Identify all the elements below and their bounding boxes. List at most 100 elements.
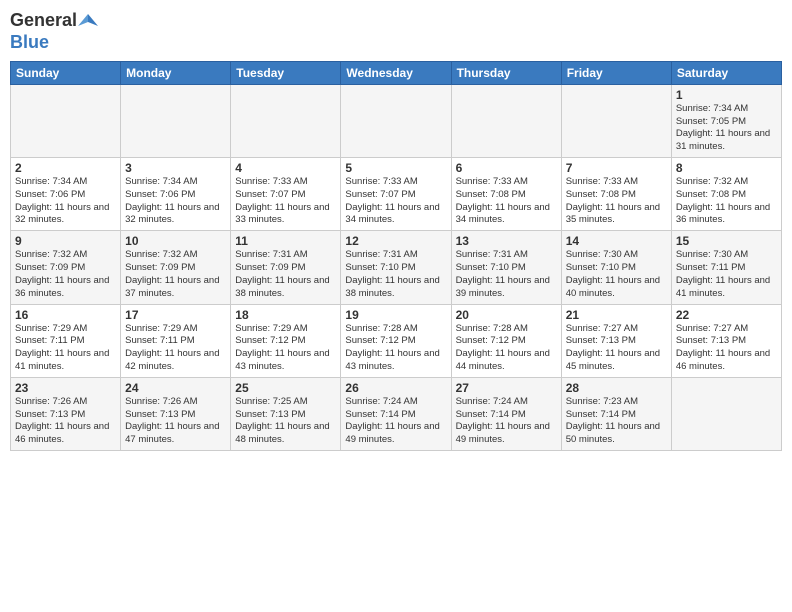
day-cell: 17Sunrise: 7:29 AM Sunset: 7:11 PM Dayli… [121,304,231,377]
day-info: Sunrise: 7:30 AM Sunset: 7:10 PM Dayligh… [566,249,667,300]
day-info: Sunrise: 7:23 AM Sunset: 7:14 PM Dayligh… [566,396,667,447]
header: General Blue [10,10,782,53]
day-number: 5 [345,161,446,175]
day-info: Sunrise: 7:26 AM Sunset: 7:13 PM Dayligh… [125,396,226,447]
day-info: Sunrise: 7:31 AM Sunset: 7:09 PM Dayligh… [235,249,336,300]
day-cell [11,84,121,157]
week-row-3: 16Sunrise: 7:29 AM Sunset: 7:11 PM Dayli… [11,304,782,377]
logo-blue: Blue [10,32,49,52]
day-info: Sunrise: 7:32 AM Sunset: 7:09 PM Dayligh… [125,249,226,300]
day-number: 7 [566,161,667,175]
day-info: Sunrise: 7:32 AM Sunset: 7:08 PM Dayligh… [676,176,777,227]
day-cell: 24Sunrise: 7:26 AM Sunset: 7:13 PM Dayli… [121,377,231,450]
weekday-header-row: SundayMondayTuesdayWednesdayThursdayFrid… [11,61,782,84]
day-number: 15 [676,234,777,248]
day-info: Sunrise: 7:34 AM Sunset: 7:06 PM Dayligh… [15,176,116,227]
day-number: 20 [456,308,557,322]
weekday-header-saturday: Saturday [671,61,781,84]
day-number: 19 [345,308,446,322]
day-cell: 22Sunrise: 7:27 AM Sunset: 7:13 PM Dayli… [671,304,781,377]
day-cell: 21Sunrise: 7:27 AM Sunset: 7:13 PM Dayli… [561,304,671,377]
day-cell: 11Sunrise: 7:31 AM Sunset: 7:09 PM Dayli… [231,231,341,304]
day-info: Sunrise: 7:29 AM Sunset: 7:12 PM Dayligh… [235,323,336,374]
logo-bird-icon [78,12,98,32]
day-cell [121,84,231,157]
day-info: Sunrise: 7:27 AM Sunset: 7:13 PM Dayligh… [676,323,777,374]
day-cell: 20Sunrise: 7:28 AM Sunset: 7:12 PM Dayli… [451,304,561,377]
day-cell: 9Sunrise: 7:32 AM Sunset: 7:09 PM Daylig… [11,231,121,304]
week-row-0: 1Sunrise: 7:34 AM Sunset: 7:05 PM Daylig… [11,84,782,157]
day-number: 25 [235,381,336,395]
day-info: Sunrise: 7:26 AM Sunset: 7:13 PM Dayligh… [15,396,116,447]
day-info: Sunrise: 7:29 AM Sunset: 7:11 PM Dayligh… [15,323,116,374]
day-cell: 2Sunrise: 7:34 AM Sunset: 7:06 PM Daylig… [11,158,121,231]
weekday-header-monday: Monday [121,61,231,84]
day-number: 24 [125,381,226,395]
day-info: Sunrise: 7:24 AM Sunset: 7:14 PM Dayligh… [456,396,557,447]
day-cell: 5Sunrise: 7:33 AM Sunset: 7:07 PM Daylig… [341,158,451,231]
day-cell: 8Sunrise: 7:32 AM Sunset: 7:08 PM Daylig… [671,158,781,231]
day-cell: 3Sunrise: 7:34 AM Sunset: 7:06 PM Daylig… [121,158,231,231]
day-cell [451,84,561,157]
week-row-4: 23Sunrise: 7:26 AM Sunset: 7:13 PM Dayli… [11,377,782,450]
day-cell: 7Sunrise: 7:33 AM Sunset: 7:08 PM Daylig… [561,158,671,231]
day-number: 1 [676,88,777,102]
day-info: Sunrise: 7:33 AM Sunset: 7:08 PM Dayligh… [566,176,667,227]
weekday-header-wednesday: Wednesday [341,61,451,84]
day-number: 2 [15,161,116,175]
day-cell: 19Sunrise: 7:28 AM Sunset: 7:12 PM Dayli… [341,304,451,377]
weekday-header-friday: Friday [561,61,671,84]
day-info: Sunrise: 7:28 AM Sunset: 7:12 PM Dayligh… [456,323,557,374]
day-cell: 25Sunrise: 7:25 AM Sunset: 7:13 PM Dayli… [231,377,341,450]
day-number: 14 [566,234,667,248]
day-info: Sunrise: 7:32 AM Sunset: 7:09 PM Dayligh… [15,249,116,300]
week-row-2: 9Sunrise: 7:32 AM Sunset: 7:09 PM Daylig… [11,231,782,304]
day-number: 18 [235,308,336,322]
day-number: 13 [456,234,557,248]
day-number: 4 [235,161,336,175]
day-cell: 16Sunrise: 7:29 AM Sunset: 7:11 PM Dayli… [11,304,121,377]
day-cell [671,377,781,450]
day-cell: 18Sunrise: 7:29 AM Sunset: 7:12 PM Dayli… [231,304,341,377]
day-number: 26 [345,381,446,395]
day-cell [561,84,671,157]
day-info: Sunrise: 7:31 AM Sunset: 7:10 PM Dayligh… [345,249,446,300]
day-info: Sunrise: 7:33 AM Sunset: 7:08 PM Dayligh… [456,176,557,227]
day-cell: 23Sunrise: 7:26 AM Sunset: 7:13 PM Dayli… [11,377,121,450]
day-info: Sunrise: 7:29 AM Sunset: 7:11 PM Dayligh… [125,323,226,374]
day-cell: 4Sunrise: 7:33 AM Sunset: 7:07 PM Daylig… [231,158,341,231]
logo: General Blue [10,10,99,53]
day-number: 6 [456,161,557,175]
day-number: 11 [235,234,336,248]
day-number: 8 [676,161,777,175]
day-number: 28 [566,381,667,395]
day-number: 16 [15,308,116,322]
day-cell [231,84,341,157]
day-number: 23 [15,381,116,395]
day-info: Sunrise: 7:27 AM Sunset: 7:13 PM Dayligh… [566,323,667,374]
day-cell [341,84,451,157]
day-info: Sunrise: 7:24 AM Sunset: 7:14 PM Dayligh… [345,396,446,447]
day-info: Sunrise: 7:34 AM Sunset: 7:05 PM Dayligh… [676,103,777,154]
day-cell: 14Sunrise: 7:30 AM Sunset: 7:10 PM Dayli… [561,231,671,304]
day-number: 21 [566,308,667,322]
day-info: Sunrise: 7:28 AM Sunset: 7:12 PM Dayligh… [345,323,446,374]
weekday-header-tuesday: Tuesday [231,61,341,84]
weekday-header-thursday: Thursday [451,61,561,84]
calendar: SundayMondayTuesdayWednesdayThursdayFrid… [10,61,782,451]
day-number: 22 [676,308,777,322]
day-cell: 28Sunrise: 7:23 AM Sunset: 7:14 PM Dayli… [561,377,671,450]
day-info: Sunrise: 7:33 AM Sunset: 7:07 PM Dayligh… [235,176,336,227]
weekday-header-sunday: Sunday [11,61,121,84]
day-cell: 15Sunrise: 7:30 AM Sunset: 7:11 PM Dayli… [671,231,781,304]
day-info: Sunrise: 7:33 AM Sunset: 7:07 PM Dayligh… [345,176,446,227]
day-cell: 10Sunrise: 7:32 AM Sunset: 7:09 PM Dayli… [121,231,231,304]
day-cell: 27Sunrise: 7:24 AM Sunset: 7:14 PM Dayli… [451,377,561,450]
day-cell: 13Sunrise: 7:31 AM Sunset: 7:10 PM Dayli… [451,231,561,304]
day-info: Sunrise: 7:30 AM Sunset: 7:11 PM Dayligh… [676,249,777,300]
day-number: 27 [456,381,557,395]
day-cell: 26Sunrise: 7:24 AM Sunset: 7:14 PM Dayli… [341,377,451,450]
day-number: 12 [345,234,446,248]
day-cell: 6Sunrise: 7:33 AM Sunset: 7:08 PM Daylig… [451,158,561,231]
logo-general: General [10,10,77,30]
